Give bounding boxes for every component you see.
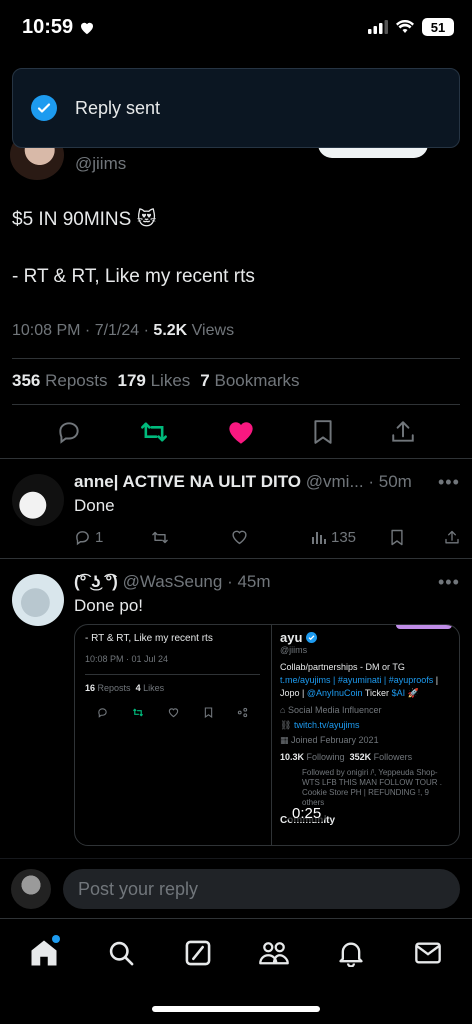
profile-follow-stats: 10.3K Following 352K Followers [280,752,413,762]
divider [0,558,472,559]
views-action[interactable]: 135 [311,529,356,546]
nav-communities[interactable] [254,933,294,973]
toast-message: Reply sent [75,97,161,118]
tweet-actions [0,414,472,450]
profile-link: ⛓ twitch.tv/ayujims [280,720,360,730]
grok-icon [184,939,212,967]
profile-button [396,625,452,629]
profile-category: ⌂ Social Media Influencer [280,705,382,715]
nav-home[interactable] [24,933,64,973]
reply-item[interactable] [12,574,64,626]
repost-icon[interactable] [137,418,171,446]
mail-icon [414,940,442,966]
tweet-meta: 10:08 PM · 7/1/24 · 5.2K Views [12,322,234,340]
embedded-tweet-text: - RT & RT, Like my recent rts [85,633,213,644]
search-icon [107,939,135,967]
status-indicators: 51 [368,18,454,36]
repost-action[interactable] [150,529,170,546]
reply-composer: Post your reply [0,858,472,918]
reply-input[interactable]: Post your reply [63,869,460,909]
reply-actions: 1 135 [74,527,460,547]
reply-input-placeholder: Post your reply [78,878,199,899]
user-avatar[interactable] [11,869,51,909]
tweet-timestamp: 10:08 PM · 7/1/24 · [12,322,149,339]
engagement-stats: 356 Reposts 179 Likes 7 Bookmarks [12,371,300,391]
profile-bio: Collab/partnerships - DM or TG t.me/ayuj… [280,662,439,698]
nav-grok[interactable] [178,933,218,973]
bell-icon [337,939,365,967]
profile-handle: @jiims [280,645,308,655]
verified-icon [306,632,318,643]
reply-action[interactable]: 1 [74,529,103,546]
reply-text: Done [74,496,115,515]
views-label: Views [191,322,235,339]
divider [0,458,472,459]
profile-name: ayu [280,630,303,645]
views-icon [312,532,326,544]
like-action[interactable] [231,529,248,545]
nav-notifications[interactable] [331,933,371,973]
communities-icon [258,939,290,967]
bookmark-icon [204,707,212,718]
views-count: 135 [331,528,357,546]
reply-count: 1 [95,528,104,546]
reply-author-handle[interactable]: @vmi... · 50m [306,472,412,491]
divider [12,404,460,405]
bookmarks-stat[interactable]: 7 Bookmarks [200,371,299,391]
repost-icon [133,708,144,717]
reply-author-name[interactable]: (͡° ͜ʖ ͡°) [74,572,118,591]
embedded-actions [85,707,260,718]
status-time: 10:59 [22,16,95,39]
reply-icon [76,530,89,545]
bookmark-action[interactable] [390,529,404,546]
embedded-stats: 16 Reposts 4 Likes [85,674,260,693]
more-options-icon[interactable]: ••• [438,572,460,593]
like-icon [232,530,247,545]
repost-icon [152,531,168,543]
nav-search[interactable] [101,933,141,973]
heart-icon [79,20,95,35]
reply-image[interactable]: - RT & RT, Like my recent rts 10:08 PM ·… [74,624,460,846]
tweet-text-line-1: $5 IN 90MINS 😻 [12,209,157,230]
reply-item[interactable] [12,474,64,526]
reply-avatar[interactable] [12,574,64,626]
likes-stat[interactable]: 179 Likes [117,371,190,391]
reply-text: Done po! [74,596,143,615]
reply-sent-toast: Reply sent [12,68,460,148]
reply-icon [98,708,107,718]
reply-author-handle[interactable]: @WasSeung · 45m [123,572,271,591]
more-options-icon[interactable]: ••• [438,472,460,493]
embedded-tweet-time: 10:08 PM · 01 Jul 24 [85,654,169,664]
tweet-text-line-2: - RT & RT, Like my recent rts [12,266,255,287]
share-icon [445,530,459,543]
reply-header: anne| ACTIVE NA ULIT DITO @vmi... · 50m [74,472,424,492]
share-action[interactable] [444,529,460,546]
battery-indicator: 51 [422,18,454,36]
bookmark-icon[interactable] [311,419,335,445]
embedded-tweet: - RT & RT, Like my recent rts 10:08 PM ·… [75,625,270,845]
share-icon [237,707,248,718]
like-icon [169,708,179,718]
divider [12,358,460,359]
reply-header: (͡° ͜ʖ ͡°) @WasSeung · 45m [74,572,424,592]
signal-icon [368,20,388,34]
checkmark-icon [31,95,57,121]
reply-avatar[interactable] [12,474,64,526]
views-count: 5.2K [153,322,188,339]
author-handle[interactable]: @jiims [75,154,126,174]
like-icon[interactable] [227,419,255,445]
share-icon[interactable] [390,419,416,445]
nav-messages[interactable] [408,933,448,973]
wifi-icon [396,20,414,34]
reply-icon[interactable] [56,419,82,445]
video-duration: 0:25 [288,805,326,822]
bookmark-icon [391,529,403,545]
home-indicator [152,1006,320,1012]
profile-joined: ▦ Joined February 2021 [280,735,379,745]
reply-author-name[interactable]: anne| ACTIVE NA ULIT DITO [74,472,301,491]
embedded-profile: ayu @jiims Collab/partnerships - DM or T… [271,625,459,845]
profile-followed-by: Followed by onigiri /ˡ, Yeppeuda Shop- W… [302,768,443,807]
reposts-stat[interactable]: 356 Reposts [12,371,107,391]
